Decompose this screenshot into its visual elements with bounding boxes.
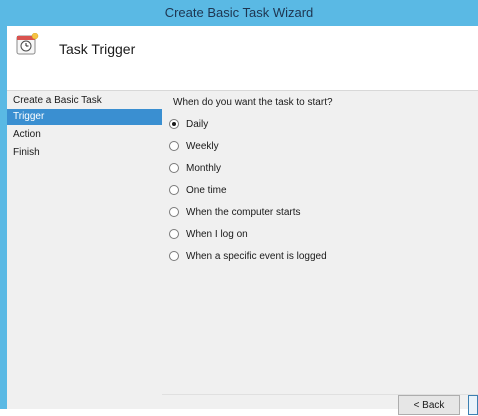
option-label: When the computer starts <box>186 206 301 218</box>
option-event-logged[interactable]: When a specific event is logged <box>169 247 327 265</box>
next-button[interactable] <box>468 395 478 415</box>
option-computer-starts[interactable]: When the computer starts <box>169 203 301 221</box>
option-label: When a specific event is logged <box>186 250 327 262</box>
radio-weekly[interactable] <box>169 141 179 151</box>
step-finish[interactable]: Finish <box>7 145 162 161</box>
radio-one-time[interactable] <box>169 185 179 195</box>
option-log-on[interactable]: When I log on <box>169 225 248 243</box>
trigger-panel: When do you want the task to start? Dail… <box>162 91 478 409</box>
radio-computer-starts[interactable] <box>169 207 179 217</box>
option-label: Daily <box>186 118 209 130</box>
back-button[interactable]: < Back <box>398 395 460 415</box>
option-daily[interactable]: Daily <box>169 115 208 133</box>
option-label: One time <box>186 184 227 196</box>
option-label: When I log on <box>186 228 248 240</box>
radio-monthly[interactable] <box>169 163 179 173</box>
step-trigger[interactable]: Trigger <box>7 109 162 125</box>
page-heading: Task Trigger <box>59 41 136 57</box>
calendar-clock-icon <box>16 33 39 55</box>
radio-log-on[interactable] <box>169 229 179 239</box>
step-create-basic-task[interactable]: Create a Basic Task <box>7 93 162 109</box>
trigger-question: When do you want the task to start? <box>173 97 333 108</box>
wizard-header: Task Trigger <box>7 26 478 91</box>
radio-event-logged[interactable] <box>169 251 179 261</box>
wizard-steps: Create a Basic Task Trigger Action Finis… <box>7 91 162 409</box>
radio-daily[interactable] <box>169 119 179 129</box>
wizard-window: Create Basic Task Wizard Task Trigger Cr… <box>0 0 478 415</box>
option-label: Weekly <box>186 140 219 152</box>
window-frame-left <box>0 26 7 409</box>
option-weekly[interactable]: Weekly <box>169 137 219 155</box>
option-one-time[interactable]: One time <box>169 181 227 199</box>
option-label: Monthly <box>186 162 222 174</box>
step-action[interactable]: Action <box>7 127 162 143</box>
title-bar[interactable]: Create Basic Task Wizard <box>0 0 478 27</box>
window-title: Create Basic Task Wizard <box>164 5 314 20</box>
option-monthly[interactable]: Monthly <box>169 159 221 177</box>
